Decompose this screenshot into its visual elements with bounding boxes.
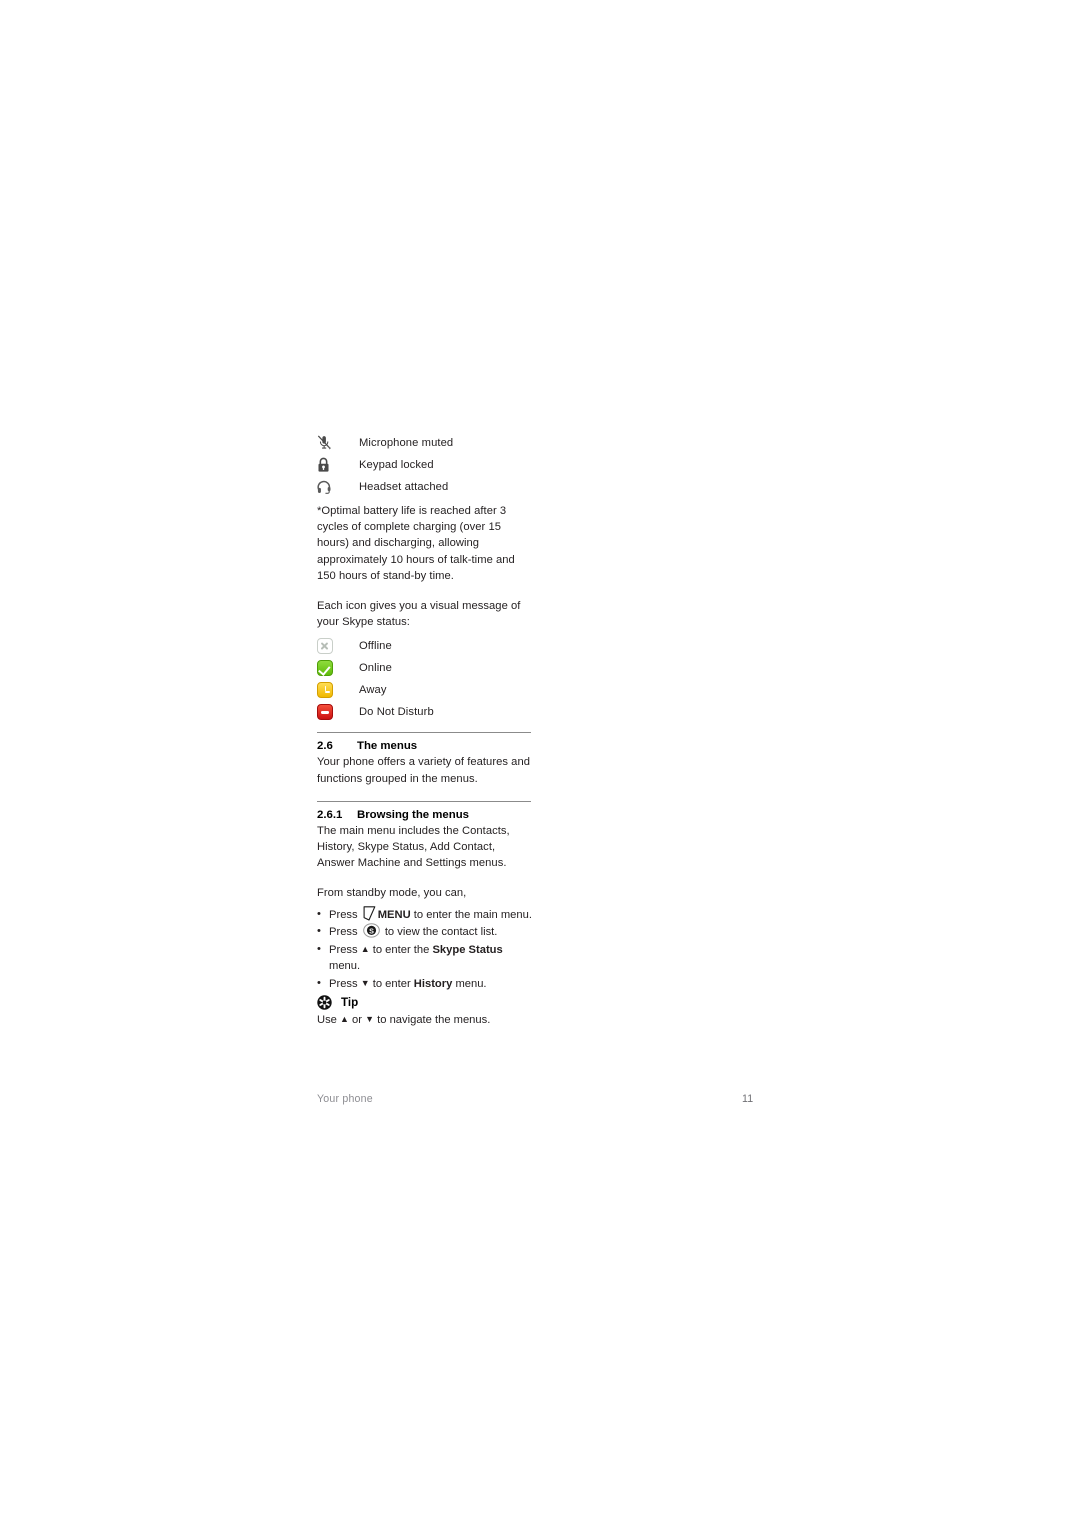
page-number: 11 [742,1093,754,1105]
phone-status-row: Microphone muted [317,432,535,454]
footer-section-name: Your phone [317,1093,373,1105]
skype-status-row: Away [317,679,535,701]
bullet-marker: • [317,976,321,989]
padlock-icon [317,457,359,473]
headset-icon [317,480,359,495]
tip-text-before: Use [317,1014,341,1027]
bullet-marker: • [317,907,321,920]
bullet-post-text: menu. [452,977,487,990]
online-icon [317,660,359,677]
bullet-marker: • [317,942,321,955]
tip-star-icon [317,995,332,1010]
section-divider [317,732,531,734]
away-icon [317,682,359,699]
skype-status-row: Offline [317,635,535,657]
skype-status-label: Do Not Disturb [359,706,434,719]
bullet-bold-term: MENU [377,908,411,921]
bullet-pre-text: Press [329,926,358,939]
phone-status-row: Keypad locked [317,454,535,476]
skype-round-button-icon: S [362,923,380,938]
bullet-post-text: to view the contact list. [381,926,498,939]
phone-status-label: Microphone muted [359,437,454,449]
bullet-pre-text: Press [329,943,358,956]
section-title: Browsing the menus [357,808,470,821]
section-heading-2-6: 2.6 The menus [317,740,535,752]
microphone-muted-icon [317,435,359,451]
section-title: The menus [357,740,418,753]
standby-intro: From standby mode, you can, [317,887,467,900]
tip-label: Tip [341,996,359,1010]
bullet-mid-text: to enter [369,977,414,990]
svg-text:S: S [369,927,374,936]
bullet-text: Press S to view the contact list. [329,923,535,941]
tip-text-after: to navigate the menus. [374,1014,491,1027]
down-arrow-icon: ▼ [365,1014,375,1025]
content-column: Microphone muted Keypad locked Headset a… [317,432,535,1029]
list-item: • Press ▼ to enter History menu. [317,975,535,993]
bullet-marker: • [317,925,321,938]
list-item: • Press MENU to enter the main menu. [317,905,535,924]
tip-text-mid: or [348,1014,366,1027]
battery-footnote: *Optimal battery life is reached after 3… [317,505,515,582]
phone-status-row: Headset attached [317,476,535,498]
list-item: • Press S to view the contact list. [317,923,535,941]
phone-status-icon-list: Microphone muted Keypad locked Headset a… [317,432,535,498]
skype-status-label: Online [359,662,392,675]
up-arrow-icon: ▲ [340,1014,349,1025]
skype-status-icon-list: Offline Online Away Do Not Disturb [317,635,535,723]
offline-icon [317,638,359,655]
do-not-disturb-icon [317,704,359,721]
skype-status-row: Do Not Disturb [317,701,535,723]
phone-status-label: Keypad locked [359,459,434,471]
phone-status-label: Headset attached [359,481,449,493]
section-2-6-body: Your phone offers a variety of features … [317,756,530,785]
instruction-bullet-list: • Press MENU to enter the main menu. • P… [317,905,535,993]
list-item: • Press ▲ to enter the Skype Status menu… [317,941,535,975]
skype-status-intro: Each icon gives you a visual message of … [317,600,521,629]
bullet-post-text: to enter the main menu. [410,908,532,921]
section-number: 2.6.1 [317,808,343,821]
bullet-mid-text: to enter the [369,943,433,956]
bullet-pre-text: Press [329,977,358,990]
bullet-bold-term: History [413,977,453,990]
skype-status-row: Online [317,657,535,679]
section-heading-2-6-1: 2.6.1 Browsing the menus [317,809,535,821]
bullet-post-text: menu. [329,960,361,973]
tip-text: Use ▲ or ▼ to navigate the menus. [317,1011,535,1029]
tip-heading: Tip [317,995,535,1010]
up-arrow-icon: ▲ [360,943,370,954]
document-page: Microphone muted Keypad locked Headset a… [0,0,1080,1528]
section-number: 2.6 [317,740,333,753]
down-arrow-icon: ▼ [360,977,370,988]
section-2-6-1-body: The main menu includes the Contacts, His… [317,824,510,870]
bullet-bold-term: Skype Status [432,943,503,956]
soft-key-menu-icon [363,905,376,921]
skype-status-label: Offline [359,640,392,653]
bullet-pre-text: Press [329,908,358,921]
bullet-text: Press ▲ to enter the Skype Status menu. [329,941,535,975]
bullet-text: Press MENU to enter the main menu. [329,905,535,924]
section-divider [317,800,531,802]
bullet-text: Press ▼ to enter History menu. [329,975,535,993]
skype-status-label: Away [359,684,387,697]
